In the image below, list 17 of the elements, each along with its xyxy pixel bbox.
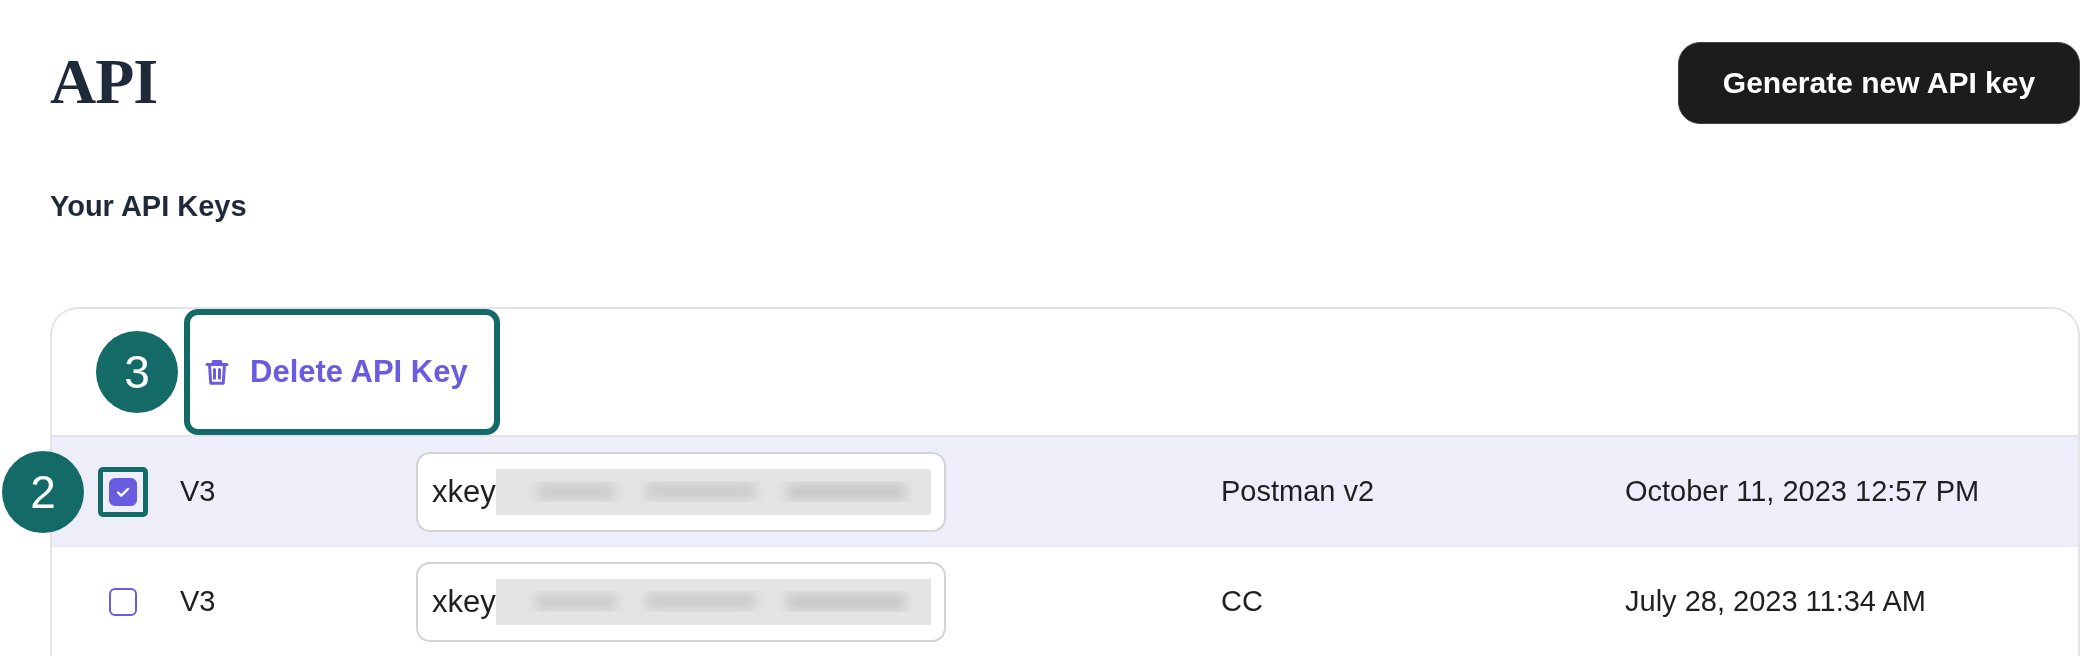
created-date-cell: October 11, 2023 12:57 PM: [1625, 475, 1980, 508]
row-checkbox[interactable]: [109, 477, 137, 506]
generate-key-button[interactable]: Generate new API key: [1678, 42, 2080, 124]
version-cell-text: V3: [180, 475, 217, 508]
key-field[interactable]: xkey: [416, 451, 946, 532]
page-title: API: [50, 50, 158, 114]
key-row[interactable]: V3 xkey CC July 28, 2023 11:34 AM: [52, 547, 2078, 656]
version-cell-text: V3: [180, 585, 217, 618]
step-badge: 3: [96, 331, 178, 413]
key-name-cell-text: CC: [1221, 585, 1264, 618]
key-name-cell-text: Postman v2: [1221, 475, 1376, 508]
section-title: Your API Keys: [50, 190, 248, 223]
row-checkbox[interactable]: [109, 587, 137, 616]
created-date-cell: July 28, 2023 11:34 AM: [1625, 585, 1926, 618]
step-badge: 2: [2, 451, 84, 533]
delete-key-button[interactable]: Delete API Key: [184, 309, 500, 435]
key-field[interactable]: xkey: [416, 561, 946, 642]
